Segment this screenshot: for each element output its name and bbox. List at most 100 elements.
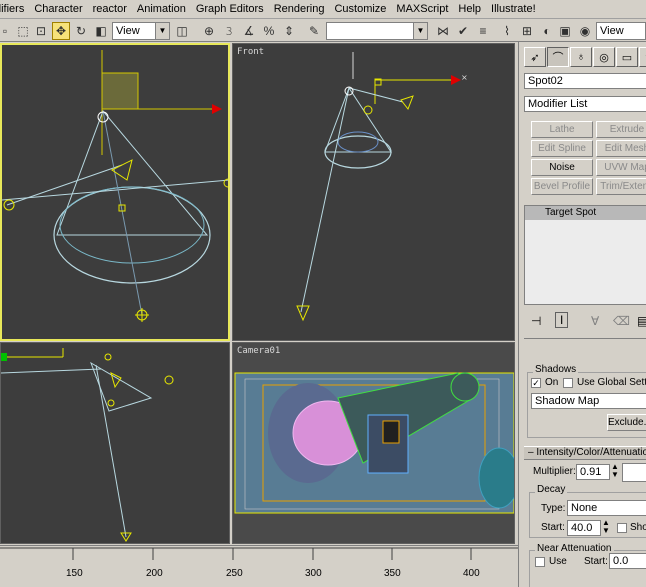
modifier-list-dropdown[interactable]: Modifier List [524,96,646,112]
top-view-scene [2,50,228,322]
near-use-checkbox[interactable] [535,557,545,567]
viewport-top[interactable] [0,43,230,341]
menu-customize[interactable]: Customize [329,3,391,15]
window-crossing-icon[interactable]: ⊡ [32,22,50,40]
schematic-view-icon[interactable]: ⊞ [518,22,536,40]
shadow-type-dropdown[interactable]: Shadow Map [531,393,646,409]
chevron-down-icon: ▼ [155,23,169,39]
viewport-camera[interactable]: Camera01 [232,342,515,544]
menu-graph-editors[interactable]: Graph Editors [191,3,269,15]
edit-named-selection-icon[interactable]: ✎ [305,22,323,40]
select-manipulate-icon[interactable]: ⊕ [200,22,218,40]
hierarchy-tab-icon[interactable]: ♁ [570,47,592,67]
decay-title: Decay [535,484,568,495]
scale-icon[interactable]: ◧ [92,22,110,40]
shadows-on-checkbox[interactable]: ✓ [531,378,541,388]
curve-editor-icon[interactable]: ⌇ [498,22,516,40]
modifier-button-trim-extend[interactable]: Trim/Extend [596,178,646,195]
near-start-field[interactable]: 0.0 [609,553,646,569]
shadows-on-label: On [545,377,559,388]
viewport-left[interactable] [0,342,230,544]
render-setup-icon[interactable]: ▣ [556,22,574,40]
align-icon[interactable]: ✔ [454,22,472,40]
rotate-icon[interactable]: ↻ [72,22,90,40]
menu-illustrate[interactable]: Illustrate! [486,3,541,15]
percent-snap-icon[interactable]: % [260,22,278,40]
near-use-label: Use [549,556,567,567]
multiplier-label: Multiplier: [533,466,576,477]
decay-type-dropdown[interactable]: None [567,500,646,516]
render-type-select[interactable]: View [596,22,646,40]
shadows-title: Shadows [533,364,579,375]
menu-modifiers[interactable]: difiers [0,3,29,15]
front-view-scene: × [296,52,468,322]
main-toolbar: ▫ ⬚ ⊡ ✥ ↻ ◧ View ▼ ◫ ⊕ 𝟹 ∡ % ⇕ ✎ ▼ ⋈ ✔ ≡ … [0,20,646,42]
show-end-result-icon[interactable]: I [555,312,569,328]
decay-show-checkbox[interactable] [617,523,627,533]
chevron-down-icon: ▼ [413,23,427,39]
multiplier-field[interactable]: 0.91 [576,464,610,480]
remove-modifier-icon[interactable]: ⌫ [613,314,630,328]
menu-help[interactable]: Help [453,3,486,15]
pivot-center-icon[interactable]: ◫ [173,22,191,40]
command-panel-tabs: ➶ ⌒ ♁ ◎ ▭ ⚒ [519,45,646,69]
angle-snap-icon[interactable]: ∡ [240,22,258,40]
menu-maxscript[interactable]: MAXScript [391,3,453,15]
layer-manager-icon[interactable]: ≡ [474,22,492,40]
timeline-tick-label: 300 [305,568,322,579]
utilities-tab-icon[interactable]: ⚒ [639,47,646,67]
exclude-button[interactable]: Exclude... [607,414,646,431]
stack-item-target-spot[interactable]: Target Spot [525,206,646,220]
intensity-rollout-header[interactable]: – Intensity/Color/Attenuation [524,446,646,460]
decay-start-field[interactable]: 40.0 [567,520,601,536]
configure-sets-icon[interactable]: ▤ [637,314,646,328]
modifier-button-lathe[interactable]: Lathe [531,121,593,138]
modifier-button-uvw-map[interactable]: UVW Map [596,159,646,176]
collapse-icon: – [528,447,534,458]
snap-3d-icon[interactable]: 𝟹 [220,22,238,40]
decay-start-spinner-icon[interactable]: ▲ ▼ [602,519,610,535]
timeline-tick-label: 400 [463,568,480,579]
move-icon[interactable]: ✥ [52,22,70,40]
modifier-button-edit-mesh[interactable]: Edit Mesh [596,140,646,157]
modifier-stack[interactable]: Target Spot [524,205,646,305]
use-global-settings-checkbox[interactable] [563,378,573,388]
decay-start-label: Start: [541,522,565,533]
timeline-tick-label: 250 [226,568,243,579]
pin-stack-icon[interactable]: ⊣ [531,314,541,328]
command-panel: ➶ ⌒ ♁ ◎ ▭ ⚒ Spot02 Modifier List Lathe E… [518,42,646,587]
modifier-button-edit-spline[interactable]: Edit Spline [531,140,593,157]
intensity-rollout-title: Intensity/Color/Attenuation [536,447,646,458]
material-editor-icon[interactable]: ◐ [538,22,556,40]
spinner-snap-icon[interactable]: ⇕ [280,22,298,40]
modify-tab-icon[interactable]: ⌒ [547,47,569,67]
multiplier-spinner-icon[interactable]: ▲ ▼ [611,463,619,479]
near-attenuation-title: Near Attenuation [535,543,614,554]
named-selection-set[interactable]: ▼ [326,22,428,40]
select-icon[interactable]: ▫ [0,22,14,40]
reference-coordinate-select[interactable]: View ▼ [112,22,170,40]
display-tab-icon[interactable]: ▭ [616,47,638,67]
make-unique-icon[interactable]: ∀ [591,314,599,328]
light-color-swatch[interactable] [622,463,646,482]
viewport-front[interactable]: Front × [232,43,515,341]
timeline-ruler[interactable]: 150 200 250 300 350 400 [0,545,518,587]
decay-type-label: Type: [541,503,566,514]
motion-tab-icon[interactable]: ◎ [593,47,615,67]
quick-render-icon[interactable]: ◉ [576,22,594,40]
ruler-ticks [0,547,518,560]
object-name-field[interactable]: Spot02 [524,73,646,89]
mirror-icon[interactable]: ⋈ [434,22,452,40]
decay-show-label: Show [630,522,646,533]
menu-reactor[interactable]: reactor [88,3,132,15]
left-view-scene [1,348,174,542]
create-tab-icon[interactable]: ➶ [524,47,546,67]
modifier-button-bevel-profile[interactable]: Bevel Profile [531,178,593,195]
select-region-icon[interactable]: ⬚ [14,22,32,40]
menu-character[interactable]: Character [29,3,87,15]
menu-rendering[interactable]: Rendering [269,3,330,15]
menu-animation[interactable]: Animation [132,3,191,15]
modifier-button-noise[interactable]: Noise [531,159,593,176]
modifier-button-extrude[interactable]: Extrude [596,121,646,138]
camera-view-scene [234,372,514,514]
